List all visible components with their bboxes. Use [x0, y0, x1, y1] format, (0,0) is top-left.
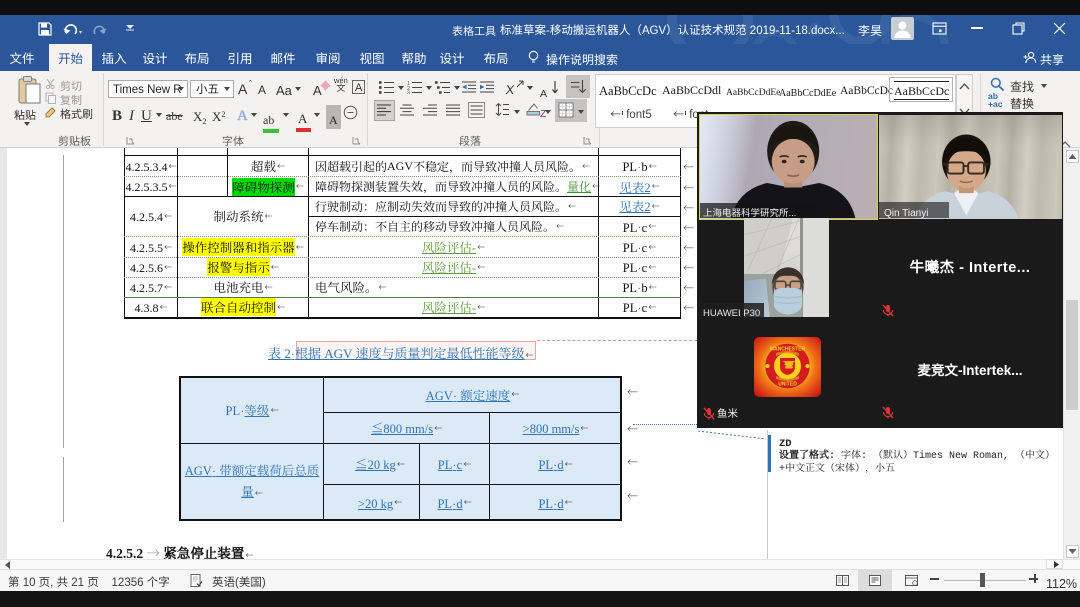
svg-text:UNITED: UNITED: [778, 382, 797, 388]
svg-text:3: 3: [407, 91, 410, 95]
